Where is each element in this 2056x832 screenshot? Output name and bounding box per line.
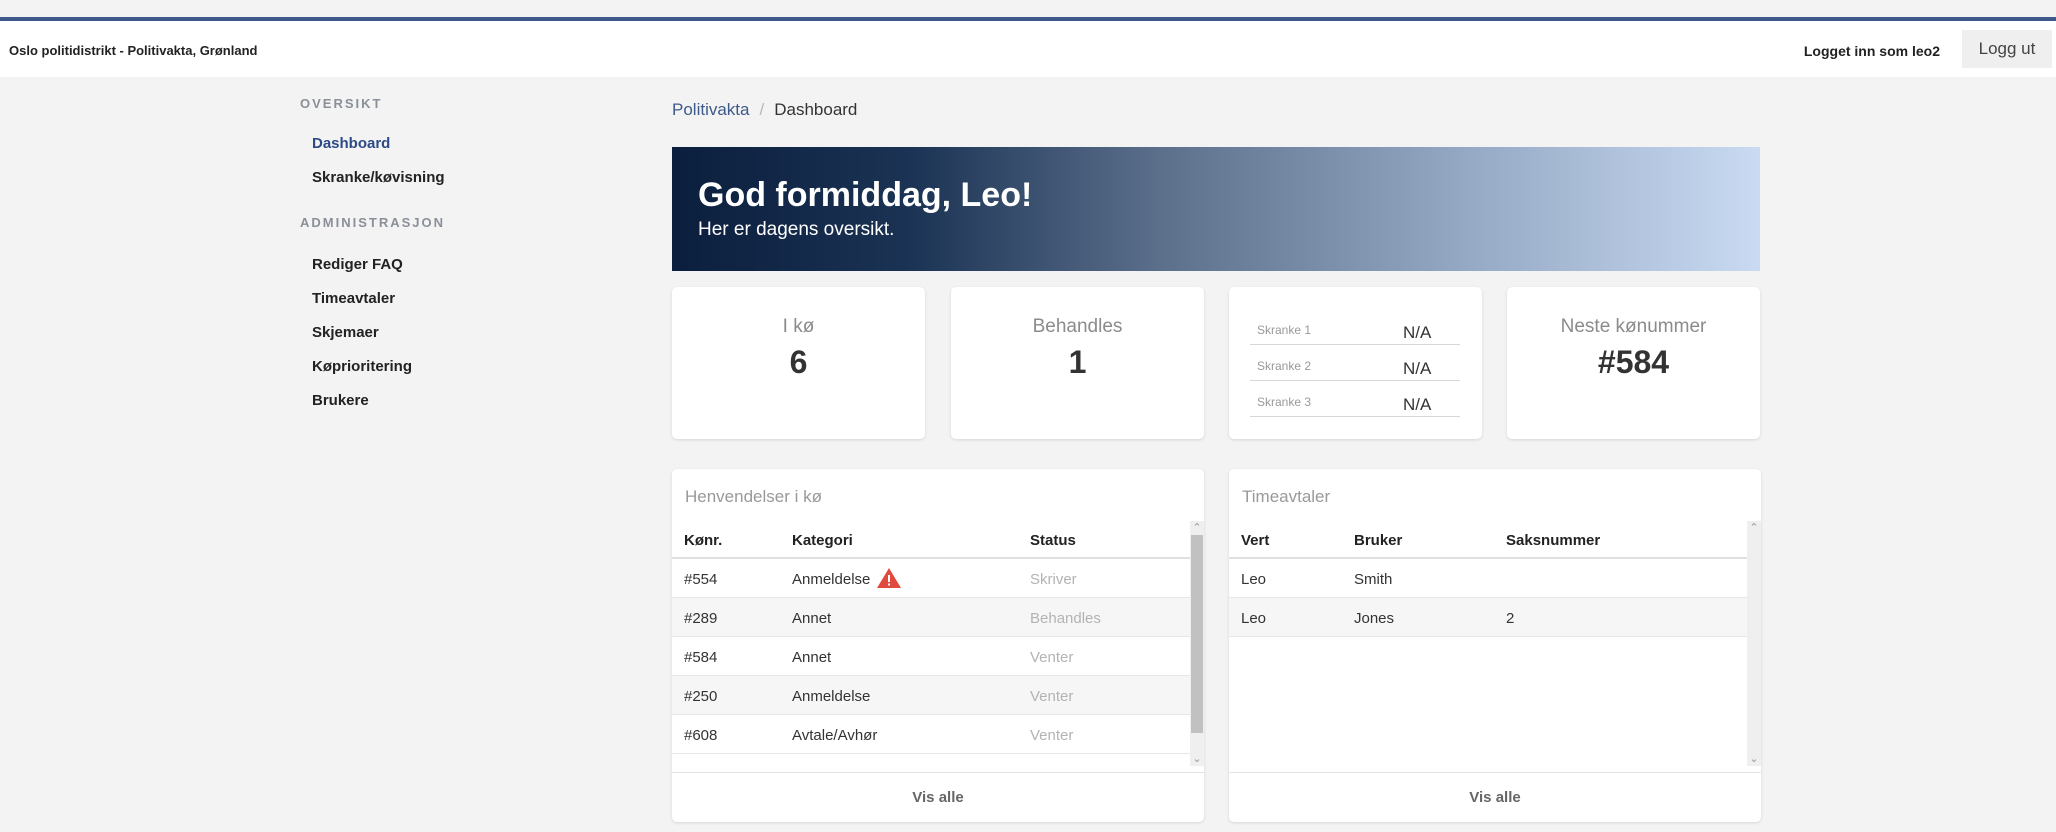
- queue-scrollbar[interactable]: ⌃ ⌄: [1190, 521, 1204, 766]
- counter-value: N/A: [1403, 395, 1432, 414]
- queue-category: Anmeldelse: [792, 571, 871, 588]
- panel-title: Timeavtaler: [1242, 487, 1331, 506]
- column-header-category: Kategori: [792, 532, 853, 549]
- counter-label: Skranke 2: [1257, 359, 1312, 373]
- counter-value: N/A: [1403, 323, 1432, 342]
- queue-category: Avtale/Avhør: [792, 727, 878, 744]
- appointments-show-all-button[interactable]: Vis alle: [1229, 772, 1761, 822]
- appointment-case-number: 2: [1506, 610, 1515, 627]
- queue-status: Behandles: [1030, 610, 1101, 627]
- queue-status: Venter: [1030, 649, 1074, 666]
- sidebar-item-users[interactable]: Brukere: [300, 392, 600, 426]
- warning-icon: [877, 568, 901, 588]
- appointment-user: Jones: [1354, 610, 1395, 627]
- breadcrumb: Politivakta / Dashboard: [672, 100, 857, 120]
- queue-number: #289: [684, 610, 718, 627]
- appointment-host: Leo: [1241, 610, 1267, 627]
- breadcrumb-current: Dashboard: [774, 100, 858, 119]
- scroll-down-icon[interactable]: ⌄: [1190, 752, 1204, 766]
- queue-category: Anmeldelse: [792, 688, 871, 705]
- sidebar-item-edit-faq[interactable]: Rediger FAQ: [300, 256, 600, 290]
- column-header-status: Status: [1030, 532, 1076, 549]
- table-row[interactable]: Leo Smith: [1229, 559, 1747, 598]
- table-header: Kønr. Kategori Status: [672, 521, 1190, 559]
- stat-label: I kø: [782, 316, 815, 337]
- table-row[interactable]: #289 Annet Behandles: [672, 598, 1190, 637]
- queue-status: Venter: [1030, 688, 1074, 705]
- greeting-title: God formiddag, Leo!: [698, 176, 1033, 214]
- counter-label: Skranke 1: [1257, 323, 1312, 337]
- scroll-up-icon[interactable]: ⌃: [1190, 521, 1204, 535]
- stat-card-counters: Skranke 1 N/A Skranke 2 N/A Skranke 3 N/…: [1229, 287, 1482, 439]
- stat-card-processing: Behandles 1: [951, 287, 1204, 439]
- stat-label: Behandles: [1032, 316, 1123, 337]
- queue-show-all-button[interactable]: Vis alle: [672, 772, 1204, 822]
- panel-title: Henvendelser i kø: [685, 487, 823, 506]
- breadcrumb-root-link[interactable]: Politivakta: [672, 100, 749, 119]
- appointments-panel: Timeavtaler Vert Bruker Saksnummer Leo S…: [1229, 469, 1761, 822]
- queue-category: Annet: [792, 649, 832, 666]
- sidebar-section-administration: ADMINISTRASJON: [300, 215, 446, 230]
- greeting-subtitle: Her er dagens oversikt.: [698, 219, 895, 240]
- sidebar-item-queue-priority[interactable]: Køprioritering: [300, 358, 600, 392]
- counter-value: N/A: [1403, 359, 1432, 378]
- scroll-up-icon[interactable]: ⌃: [1747, 521, 1761, 535]
- sidebar: OVERSIKT Dashboard Skranke/køvisning ADM…: [300, 96, 600, 426]
- appointment-user: Smith: [1354, 571, 1393, 588]
- sidebar-item-dashboard[interactable]: Dashboard: [300, 135, 600, 169]
- column-header-user: Bruker: [1354, 532, 1403, 549]
- sidebar-item-appointments[interactable]: Timeavtaler: [300, 290, 600, 324]
- app-header: Oslo politidistrikt - Politivakta, Grønl…: [0, 21, 2056, 77]
- appointment-host: Leo: [1241, 571, 1267, 588]
- stat-label: Neste kønummer: [1560, 316, 1707, 337]
- queue-number: #608: [684, 727, 718, 744]
- stat-card-next-number: Neste kønummer #584: [1507, 287, 1760, 439]
- queue-category: Annet: [792, 610, 832, 627]
- column-header-host: Vert: [1241, 532, 1270, 549]
- queue-number: #250: [684, 688, 718, 705]
- table-row[interactable]: #250 Anmeldelse Venter: [672, 676, 1190, 715]
- scrollbar-thumb[interactable]: [1191, 535, 1203, 733]
- column-header-number: Kønr.: [684, 532, 723, 549]
- queue-status: Venter: [1030, 727, 1074, 744]
- table-row[interactable]: #554 Anmeldelse Skriver: [672, 559, 1190, 598]
- sidebar-item-counter-view[interactable]: Skranke/køvisning: [300, 169, 600, 203]
- queue-number: #584: [684, 649, 718, 666]
- app-title: Oslo politidistrikt - Politivakta, Grønl…: [9, 43, 258, 58]
- scroll-down-icon[interactable]: ⌄: [1747, 752, 1761, 766]
- counter-row: Skranke 1 N/A: [1250, 309, 1460, 345]
- queue-panel: Henvendelser i kø Kønr. Kategori Status …: [672, 469, 1204, 822]
- stat-value: 6: [789, 344, 808, 380]
- counter-row: Skranke 3 N/A: [1250, 381, 1460, 417]
- logged-in-user-label: Logget inn som leo2: [1803, 43, 1940, 59]
- counter-label: Skranke 3: [1257, 395, 1312, 409]
- breadcrumb-separator: /: [759, 100, 765, 119]
- stat-value: 1: [1068, 344, 1087, 380]
- queue-number: #554: [684, 571, 718, 588]
- table-row[interactable]: #584 Annet Venter: [672, 637, 1190, 676]
- table-row[interactable]: #608 Avtale/Avhør Venter: [672, 715, 1190, 754]
- table-row[interactable]: Leo Jones 2: [1229, 598, 1747, 637]
- column-header-case-number: Saksnummer: [1506, 532, 1601, 549]
- sidebar-item-forms[interactable]: Skjemaer: [300, 324, 600, 358]
- stat-card-in-queue: I kø 6: [672, 287, 925, 439]
- sidebar-section-overview: OVERSIKT: [300, 96, 383, 111]
- table-header: Vert Bruker Saksnummer: [1229, 521, 1747, 559]
- logout-button[interactable]: Logg ut: [1962, 30, 2052, 68]
- stat-value: #584: [1597, 344, 1670, 380]
- queue-status: Skriver: [1030, 571, 1077, 588]
- counter-row: Skranke 2 N/A: [1250, 345, 1460, 381]
- appointments-scrollbar[interactable]: ⌃ ⌄: [1747, 521, 1761, 766]
- greeting-banner: God formiddag, Leo! Her er dagens oversi…: [672, 147, 1760, 271]
